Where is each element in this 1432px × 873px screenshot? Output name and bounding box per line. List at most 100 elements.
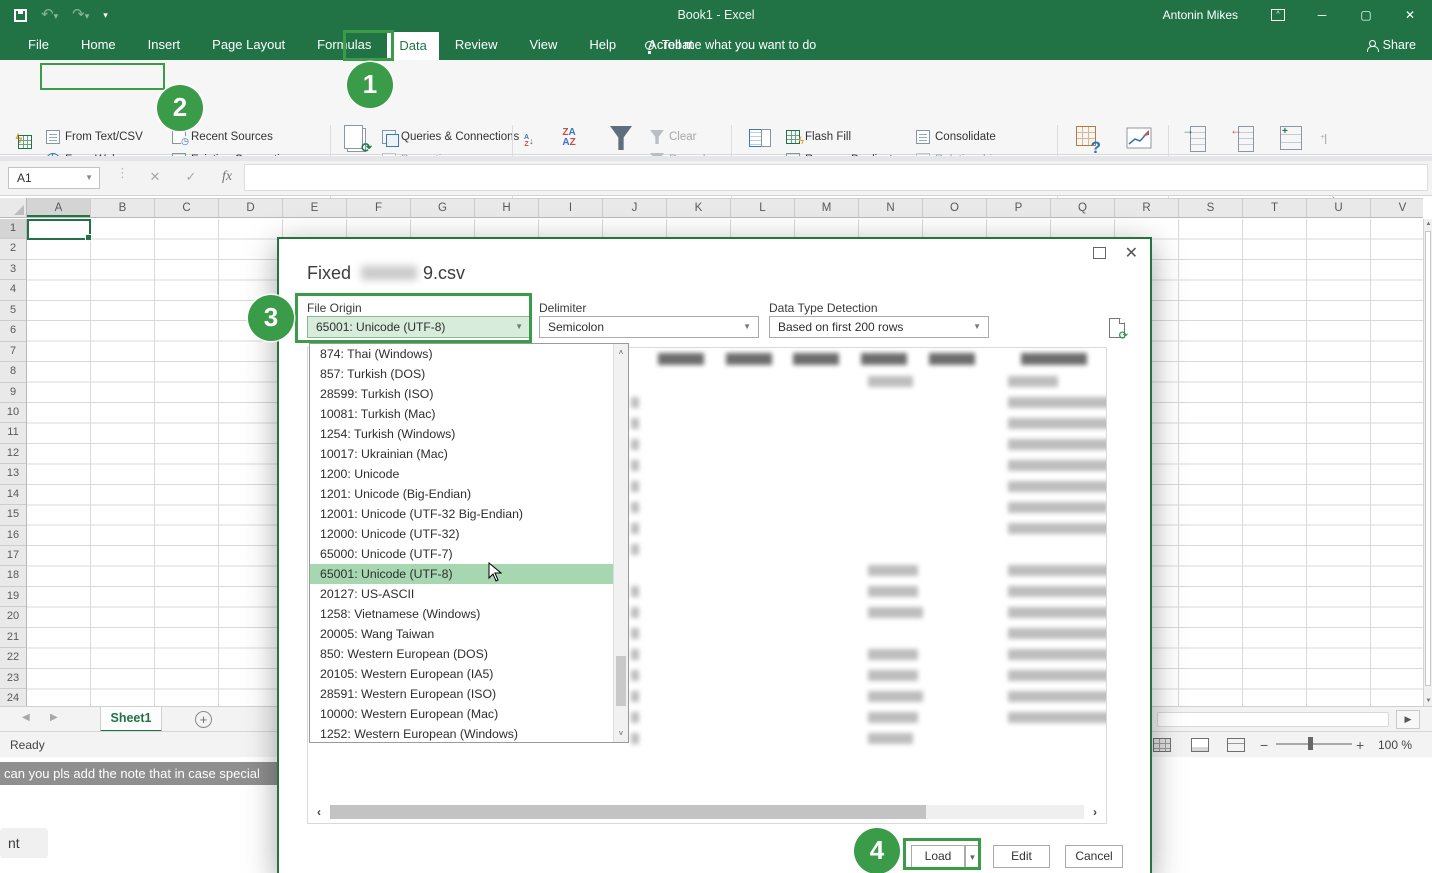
encoding-option[interactable]: 1200: Unicode — [310, 464, 628, 484]
row-header[interactable]: 4 — [0, 280, 26, 300]
edit-button[interactable]: Edit — [993, 845, 1050, 868]
consolidate-button[interactable]: Consolidate — [916, 126, 996, 148]
row-header[interactable]: 19 — [0, 587, 26, 607]
vertical-scrollbar[interactable]: ▲ ▼ — [1423, 219, 1432, 706]
zoom-slider-track[interactable] — [1276, 743, 1352, 745]
select-all-corner[interactable] — [0, 198, 27, 218]
row-header[interactable]: 12 — [0, 444, 26, 464]
ribbon-tab[interactable]: Help — [573, 30, 632, 60]
row-header[interactable]: 9 — [0, 383, 26, 403]
column-header[interactable]: N — [859, 199, 923, 217]
column-header[interactable]: E — [283, 199, 347, 217]
column-header[interactable]: G — [411, 199, 475, 217]
ribbon-tab[interactable]: Insert — [132, 30, 197, 60]
ribbon-tab[interactable]: Home — [65, 30, 132, 60]
name-box-dropdown-icon[interactable]: ▼ — [85, 168, 93, 188]
row-header[interactable]: 11 — [0, 423, 26, 443]
encoding-option[interactable]: 12001: Unicode (UTF-32 Big-Endian) — [310, 504, 628, 524]
scroll-up-icon[interactable]: ˄ — [614, 348, 628, 357]
column-header[interactable]: K — [667, 199, 731, 217]
encoding-option[interactable]: 1254: Turkish (Windows) — [310, 424, 628, 444]
row-header[interactable]: 10 — [0, 403, 26, 423]
confirm-entry-icon[interactable]: ✓ — [178, 163, 204, 191]
scroll-up-icon[interactable]: ▲ — [1424, 221, 1432, 227]
selected-cell-a1[interactable] — [27, 219, 91, 240]
column-header[interactable]: J — [603, 199, 667, 217]
from-text-csv-button[interactable]: From Text/CSV — [46, 126, 143, 148]
encoding-option[interactable]: 850: Western European (DOS) — [310, 644, 628, 664]
encoding-option[interactable]: 10081: Turkish (Mac) — [310, 404, 628, 424]
delimiter-combo[interactable]: Semicolon▼ — [539, 316, 759, 338]
encoding-option[interactable]: 28591: Western European (ISO) — [310, 684, 628, 704]
ribbon-display-options-icon[interactable]: ^ — [1256, 0, 1300, 30]
next-sheet-icon[interactable]: ▶ — [50, 712, 58, 723]
encoding-option[interactable]: 1201: Unicode (Big-Endian) — [310, 484, 628, 504]
clear-filter-button[interactable]: Clear — [650, 126, 696, 148]
column-header[interactable]: U — [1307, 199, 1371, 217]
horizontal-scrollbar[interactable] — [1157, 712, 1389, 727]
row-header[interactable]: 23 — [0, 669, 26, 689]
ribbon-tab[interactable]: Data — [387, 32, 438, 60]
dropdown-scroll-thumb[interactable] — [616, 656, 626, 706]
ribbon-tab[interactable]: File — [12, 30, 65, 60]
column-header[interactable]: C — [155, 199, 219, 217]
maximize-button[interactable]: ▢ — [1344, 0, 1388, 30]
column-header[interactable]: B — [91, 199, 155, 217]
column-header[interactable]: L — [731, 199, 795, 217]
encoding-option[interactable]: 10017: Ukrainian (Mac) — [310, 444, 628, 464]
row-header[interactable]: 16 — [0, 526, 26, 546]
normal-view-icon[interactable] — [1153, 738, 1171, 752]
previous-sheet-icon[interactable]: ◀ — [22, 712, 30, 723]
row-header[interactable]: 3 — [0, 260, 26, 280]
row-header[interactable]: 13 — [0, 464, 26, 484]
row-header[interactable]: 8 — [0, 362, 26, 382]
encoding-option[interactable]: 12000: Unicode (UTF-32) — [310, 524, 628, 544]
flash-fill-button[interactable]: ϟFlash Fill — [786, 126, 851, 148]
column-header[interactable]: R — [1115, 199, 1179, 217]
row-header[interactable]: 6 — [0, 321, 26, 341]
dialog-maximize-icon[interactable] — [1093, 247, 1106, 259]
row-header[interactable]: 5 — [0, 301, 26, 321]
cancel-button[interactable]: Cancel — [1065, 845, 1123, 868]
encoding-option[interactable]: 28599: Turkish (ISO) — [310, 384, 628, 404]
row-header[interactable]: 2 — [0, 239, 26, 259]
scroll-down-icon[interactable]: ▼ — [1424, 698, 1432, 704]
column-header[interactable]: O — [923, 199, 987, 217]
column-header[interactable]: A — [27, 199, 91, 217]
row-header[interactable]: 24 — [0, 689, 26, 706]
encoding-option[interactable]: 857: Turkish (DOS) — [310, 364, 628, 384]
dialog-close-icon[interactable]: ✕ — [1125, 243, 1138, 263]
encoding-option[interactable]: 20005: Wang Taiwan — [310, 624, 628, 644]
queries-connections-button[interactable]: Queries & Connections — [382, 126, 519, 148]
data-type-detection-combo[interactable]: Based on first 200 rows▼ — [769, 316, 989, 338]
row-header[interactable]: 22 — [0, 648, 26, 668]
zoom-slider-thumb[interactable] — [1308, 737, 1313, 750]
refresh-preview-icon[interactable] — [1109, 318, 1125, 338]
ribbon-tab[interactable]: Review — [439, 30, 514, 60]
sort-az-button[interactable]: AZ↓ — [524, 128, 534, 154]
row-header[interactable]: 21 — [0, 628, 26, 648]
page-layout-view-icon[interactable] — [1191, 738, 1209, 752]
column-header[interactable]: P — [987, 199, 1051, 217]
ribbon-tab[interactable]: View — [513, 30, 573, 60]
zoom-out-icon[interactable]: − — [1260, 737, 1268, 753]
scroll-right-icon[interactable]: › — [1084, 805, 1106, 819]
row-header[interactable]: 20 — [0, 607, 26, 627]
ribbon-tab[interactable]: Page Layout — [196, 30, 301, 60]
sheet-tab-sheet1[interactable]: Sheet1 — [100, 707, 162, 732]
scroll-right-icon[interactable]: ▶ — [1396, 710, 1420, 729]
row-header[interactable]: 1 — [0, 219, 26, 239]
column-header[interactable]: H — [475, 199, 539, 217]
encoding-option[interactable]: 874: Thai (Windows) — [310, 344, 628, 364]
page-break-view-icon[interactable] — [1227, 738, 1245, 752]
formula-bar-splitter[interactable]: ⋮ — [116, 165, 129, 181]
zoom-level[interactable]: 100 % — [1378, 738, 1412, 752]
column-header[interactable]: V — [1371, 199, 1423, 217]
encoding-option[interactable]: 1252: Western European (Windows) — [310, 724, 628, 744]
encoding-option[interactable]: 65000: Unicode (UTF-7) — [310, 544, 628, 564]
dropdown-scrollbar[interactable]: ˄ ˅ — [613, 344, 628, 742]
vertical-scroll-thumb[interactable] — [1425, 231, 1431, 686]
row-header[interactable]: 17 — [0, 546, 26, 566]
column-header[interactable]: S — [1179, 199, 1243, 217]
insert-function-icon[interactable]: fx — [214, 163, 240, 191]
